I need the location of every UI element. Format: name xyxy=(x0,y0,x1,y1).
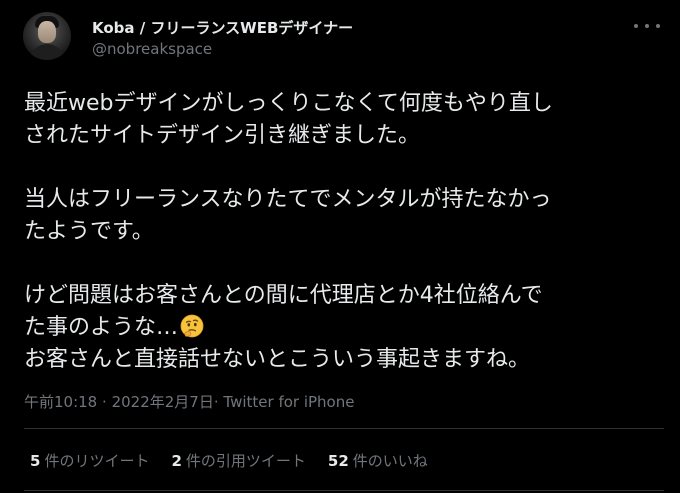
more-options-button[interactable] xyxy=(634,18,660,34)
tweet-line: お客さんと直接話せないとこういう事起きますね。 xyxy=(24,347,531,372)
tweet-stats: 5 件のリツイート 2 件の引用ツイート 52 件のいいね xyxy=(30,450,428,471)
likes-label: 件のいいね xyxy=(352,452,428,470)
more-dots-icon xyxy=(656,24,660,28)
author-handle[interactable]: @nobreakspace xyxy=(92,40,212,58)
tweet-line: けど問題はお客さんとの間に代理店とか4社位絡んで xyxy=(24,283,543,308)
thinking-face-emoji xyxy=(180,314,204,338)
tweet-line-with-emoji: た事のような… xyxy=(24,312,664,344)
tweet-meta: 午前10:18 · 2022年2月7日· Twitter for iPhone xyxy=(24,391,354,412)
tweet-line: 最近webデザインがしっくりこなくて何度もやり直し xyxy=(24,91,553,116)
avatar[interactable] xyxy=(23,12,71,60)
tweet-date[interactable]: 2022年2月7日 xyxy=(112,393,214,411)
tweet-line: されたサイトデザイン引き継ぎました。 xyxy=(24,123,421,148)
more-dots-icon xyxy=(634,24,638,28)
author-name[interactable]: Koba / フリーランスWEBデザイナー xyxy=(92,17,353,38)
retweets-label: 件のリツイート xyxy=(44,452,150,470)
divider xyxy=(24,428,664,429)
avatar-body xyxy=(29,44,65,60)
avatar-face xyxy=(38,21,56,43)
quotes-count: 2 xyxy=(171,452,182,470)
quotes-label: 件の引用ツイート xyxy=(185,452,306,470)
likes-stat[interactable]: 52 件のいいね xyxy=(328,450,428,471)
tweet-line: 当人はフリーランスなりたてでメンタルが持たなかっ xyxy=(24,187,552,212)
meta-separator: · xyxy=(213,393,219,411)
retweets-count: 5 xyxy=(30,452,41,470)
quotes-stat[interactable]: 2 件の引用ツイート xyxy=(171,450,305,471)
tweet-line: た事のような… xyxy=(24,315,179,340)
tweet-source[interactable]: Twitter for iPhone xyxy=(223,393,354,411)
divider xyxy=(24,490,664,491)
tweet-time[interactable]: 午前10:18 xyxy=(24,393,97,411)
retweets-stat[interactable]: 5 件のリツイート xyxy=(30,450,149,471)
more-dots-icon xyxy=(645,24,649,28)
tweet-line: たようです。 xyxy=(24,219,154,244)
tweet-card: Koba / フリーランスWEBデザイナー @nobreakspace 最近we… xyxy=(0,0,680,493)
tweet-text: 最近webデザインがしっくりこなくて何度もやり直し されたサイトデザイン引き継ぎ… xyxy=(24,88,664,376)
likes-count: 52 xyxy=(327,452,349,470)
meta-separator: · xyxy=(102,393,107,411)
